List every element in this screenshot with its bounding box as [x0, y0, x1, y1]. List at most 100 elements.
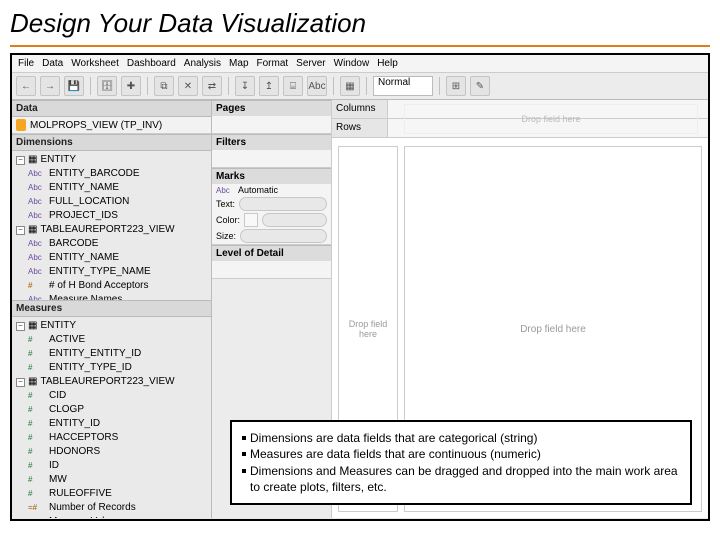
dimension-field[interactable]: AbcBARCODE: [14, 237, 209, 251]
size-label: Size:: [216, 231, 236, 241]
collapse-icon[interactable]: −: [16, 322, 25, 331]
dimension-field[interactable]: AbcENTITY_NAME: [14, 181, 209, 195]
pages-shelf-header: Pages: [212, 100, 331, 116]
clear-icon[interactable]: ✕: [178, 76, 198, 96]
tree-folder[interactable]: −▦TABLEAUREPORT223_VIEW: [14, 375, 209, 389]
calc-type-icon: #: [28, 279, 46, 293]
new-sheet-icon[interactable]: ✚: [121, 76, 141, 96]
swap-icon[interactable]: ⇄: [202, 76, 222, 96]
number-type-icon: #: [28, 473, 46, 487]
highlighter-icon[interactable]: ✎: [470, 76, 490, 96]
sort-asc-icon[interactable]: ↧: [235, 76, 255, 96]
forward-icon[interactable]: →: [40, 76, 60, 96]
number-type-icon: #: [28, 459, 46, 473]
measure-field[interactable]: =#Number of Records: [14, 501, 209, 515]
abc-type-icon: Abc: [28, 251, 46, 265]
menu-data[interactable]: Data: [42, 58, 63, 69]
measure-field[interactable]: #MW: [14, 473, 209, 487]
lod-shelf[interactable]: [212, 261, 331, 279]
dimension-field[interactable]: AbcENTITY_NAME: [14, 251, 209, 265]
bullet-icon: [242, 436, 246, 440]
data-pane: Data MOLPROPS_VIEW (TP_INV) Dimensions −…: [12, 100, 212, 518]
toolbar-separator: [228, 77, 229, 95]
abc-type-icon: Abc: [28, 167, 46, 181]
measure-field[interactable]: #ENTITY_ENTITY_ID: [14, 347, 209, 361]
measure-field[interactable]: #ENTITY_TYPE_ID: [14, 361, 209, 375]
sort-desc-icon[interactable]: ↥: [259, 76, 279, 96]
toolbar-separator: [366, 77, 367, 95]
calc-type-icon: =#: [28, 501, 46, 515]
abc-icon[interactable]: Abc: [307, 76, 327, 96]
collapse-icon[interactable]: −: [16, 156, 25, 165]
menu-worksheet[interactable]: Worksheet: [71, 58, 119, 69]
number-type-icon: #: [28, 347, 46, 361]
pages-shelf[interactable]: [212, 116, 331, 134]
menu-dashboard[interactable]: Dashboard: [127, 58, 176, 69]
color-shelf[interactable]: [262, 213, 327, 227]
measure-field[interactable]: #ID: [14, 459, 209, 473]
menu-help[interactable]: Help: [377, 58, 398, 69]
explanation-callout: Dimensions are data fields that are cate…: [230, 420, 692, 505]
measure-field[interactable]: #RULEOFFIVE: [14, 487, 209, 501]
tree-folder[interactable]: −▦ENTITY: [14, 153, 209, 167]
datasource-icon: [16, 119, 26, 131]
measure-field[interactable]: #Measure Values: [14, 515, 209, 518]
fix-axes-icon[interactable]: ⊞: [446, 76, 466, 96]
bullet-icon: [242, 469, 246, 473]
number-type-icon: #: [28, 361, 46, 375]
collapse-icon[interactable]: −: [16, 378, 25, 387]
data-header: Data: [12, 100, 211, 117]
menu-analysis[interactable]: Analysis: [184, 58, 221, 69]
presentation-icon[interactable]: ▦: [340, 76, 360, 96]
menu-window[interactable]: Window: [334, 58, 370, 69]
measures-tree: −▦ENTITY #ACTIVE #ENTITY_ENTITY_ID #ENTI…: [12, 317, 211, 518]
dimension-field[interactable]: AbcENTITY_TYPE_NAME: [14, 265, 209, 279]
dimension-field[interactable]: AbcMeasure Names: [14, 293, 209, 300]
menu-server[interactable]: Server: [296, 58, 325, 69]
color-swatch[interactable]: [244, 213, 258, 227]
dimension-field[interactable]: AbcENTITY_BARCODE: [14, 167, 209, 181]
measure-field[interactable]: #ENTITY_ID: [14, 417, 209, 431]
tableau-window: File Data Worksheet Dashboard Analysis M…: [10, 53, 710, 521]
menu-format[interactable]: Format: [257, 58, 289, 69]
menu-file[interactable]: File: [18, 58, 34, 69]
toolbar-separator: [90, 77, 91, 95]
datasource-icon[interactable]: 🗄: [97, 76, 117, 96]
filters-shelf[interactable]: [212, 150, 331, 168]
dimension-field[interactable]: AbcPROJECT_IDS: [14, 209, 209, 223]
slide-title: Design Your Data Visualization: [0, 0, 720, 43]
text-shelf[interactable]: [239, 197, 327, 211]
measure-field[interactable]: #HACCEPTORS: [14, 431, 209, 445]
dimension-field[interactable]: AbcFULL_LOCATION: [14, 195, 209, 209]
number-type-icon: #: [28, 487, 46, 501]
dimension-field[interactable]: ## of H Bond Acceptors: [14, 279, 209, 293]
mark-type-select[interactable]: Abc Automatic: [212, 184, 331, 196]
menu-map[interactable]: Map: [229, 58, 248, 69]
measures-header: Measures: [12, 300, 211, 317]
measure-field[interactable]: #CID: [14, 389, 209, 403]
size-shelf[interactable]: [240, 229, 327, 243]
marks-card: Abc Automatic Text: Color: Size:: [212, 184, 331, 245]
toolbar-separator: [333, 77, 334, 95]
measure-field[interactable]: #CLOGP: [14, 403, 209, 417]
number-type-icon: #: [28, 417, 46, 431]
abc-type-icon: Abc: [28, 293, 46, 300]
abc-type-icon: Abc: [28, 265, 46, 279]
fit-select[interactable]: Normal: [373, 76, 433, 96]
duplicate-icon[interactable]: ⧉: [154, 76, 174, 96]
measure-field[interactable]: #HDONORS: [14, 445, 209, 459]
save-icon[interactable]: 💾: [64, 76, 84, 96]
drop-field-top[interactable]: Drop field here: [404, 104, 698, 134]
back-icon[interactable]: ←: [16, 76, 36, 96]
callout-line-2: Measures are data fields that are contin…: [250, 446, 541, 462]
abc-type-icon: Abc: [216, 186, 234, 195]
datasource-row[interactable]: MOLPROPS_VIEW (TP_INV): [12, 117, 211, 134]
measure-field[interactable]: #ACTIVE: [14, 333, 209, 347]
menubar: File Data Worksheet Dashboard Analysis M…: [12, 55, 708, 73]
tree-folder[interactable]: −▦ENTITY: [14, 319, 209, 333]
dimensions-header: Dimensions: [12, 134, 211, 151]
collapse-icon[interactable]: −: [16, 226, 25, 235]
number-type-icon: #: [28, 403, 46, 417]
group-icon[interactable]: ⌸: [283, 76, 303, 96]
tree-folder[interactable]: −▦TABLEAUREPORT223_VIEW: [14, 223, 209, 237]
